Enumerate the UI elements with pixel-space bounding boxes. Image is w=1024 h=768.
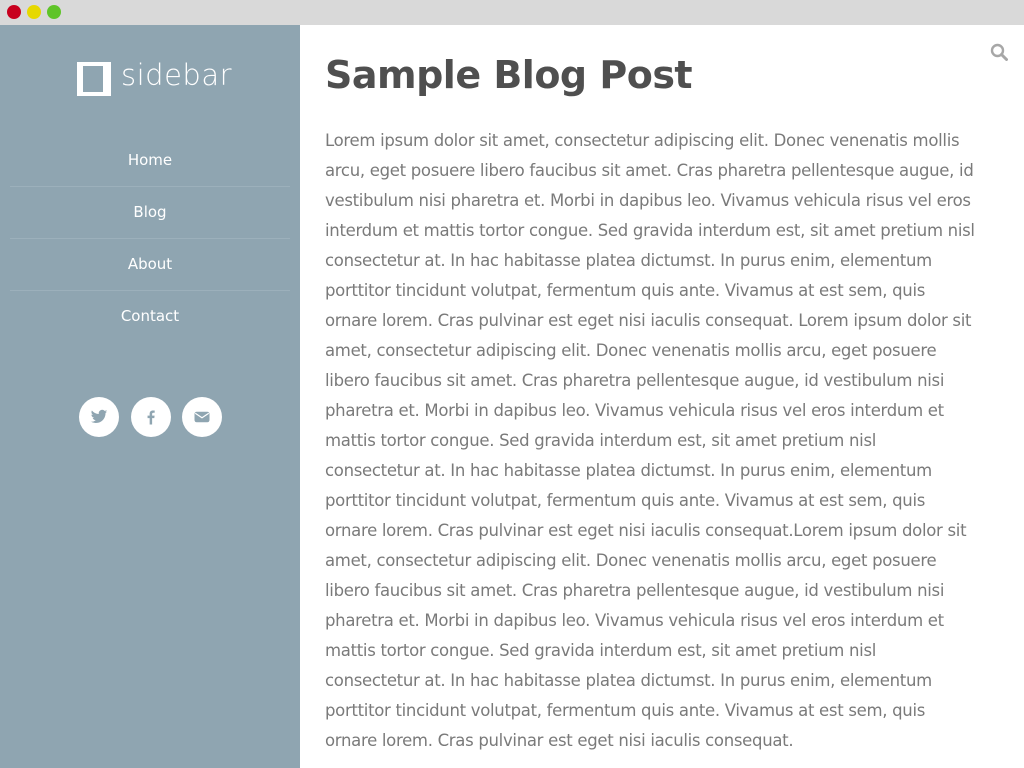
facebook-button[interactable] <box>131 397 171 437</box>
social-links <box>79 397 229 437</box>
window-titlebar <box>0 0 1024 25</box>
logo-text: sidebar <box>121 58 233 92</box>
twitter-button[interactable] <box>79 397 119 437</box>
email-icon <box>194 411 210 423</box>
close-window-button[interactable] <box>7 5 21 19</box>
minimize-window-button[interactable] <box>27 5 41 19</box>
post-title: Sample Blog Post <box>325 53 693 97</box>
twitter-icon <box>90 409 108 424</box>
nav-item-blog[interactable]: Blog <box>10 187 290 239</box>
logo-icon <box>77 62 111 96</box>
email-button[interactable] <box>182 397 222 437</box>
post-body: Lorem ipsum dolor sit amet, consectetur … <box>325 131 975 750</box>
search-icon[interactable] <box>990 43 1008 61</box>
nav-item-home[interactable]: Home <box>10 135 290 187</box>
sidebar-nav: Home Blog About Contact <box>10 135 290 342</box>
facebook-icon <box>147 410 155 425</box>
main-content: Sample Blog Post Lorem ipsum dolor sit a… <box>300 25 1024 768</box>
maximize-window-button[interactable] <box>47 5 61 19</box>
sidebar: sidebar Home Blog About Contact <box>0 25 300 768</box>
nav-item-about[interactable]: About <box>10 239 290 291</box>
nav-item-contact[interactable]: Contact <box>10 291 290 342</box>
